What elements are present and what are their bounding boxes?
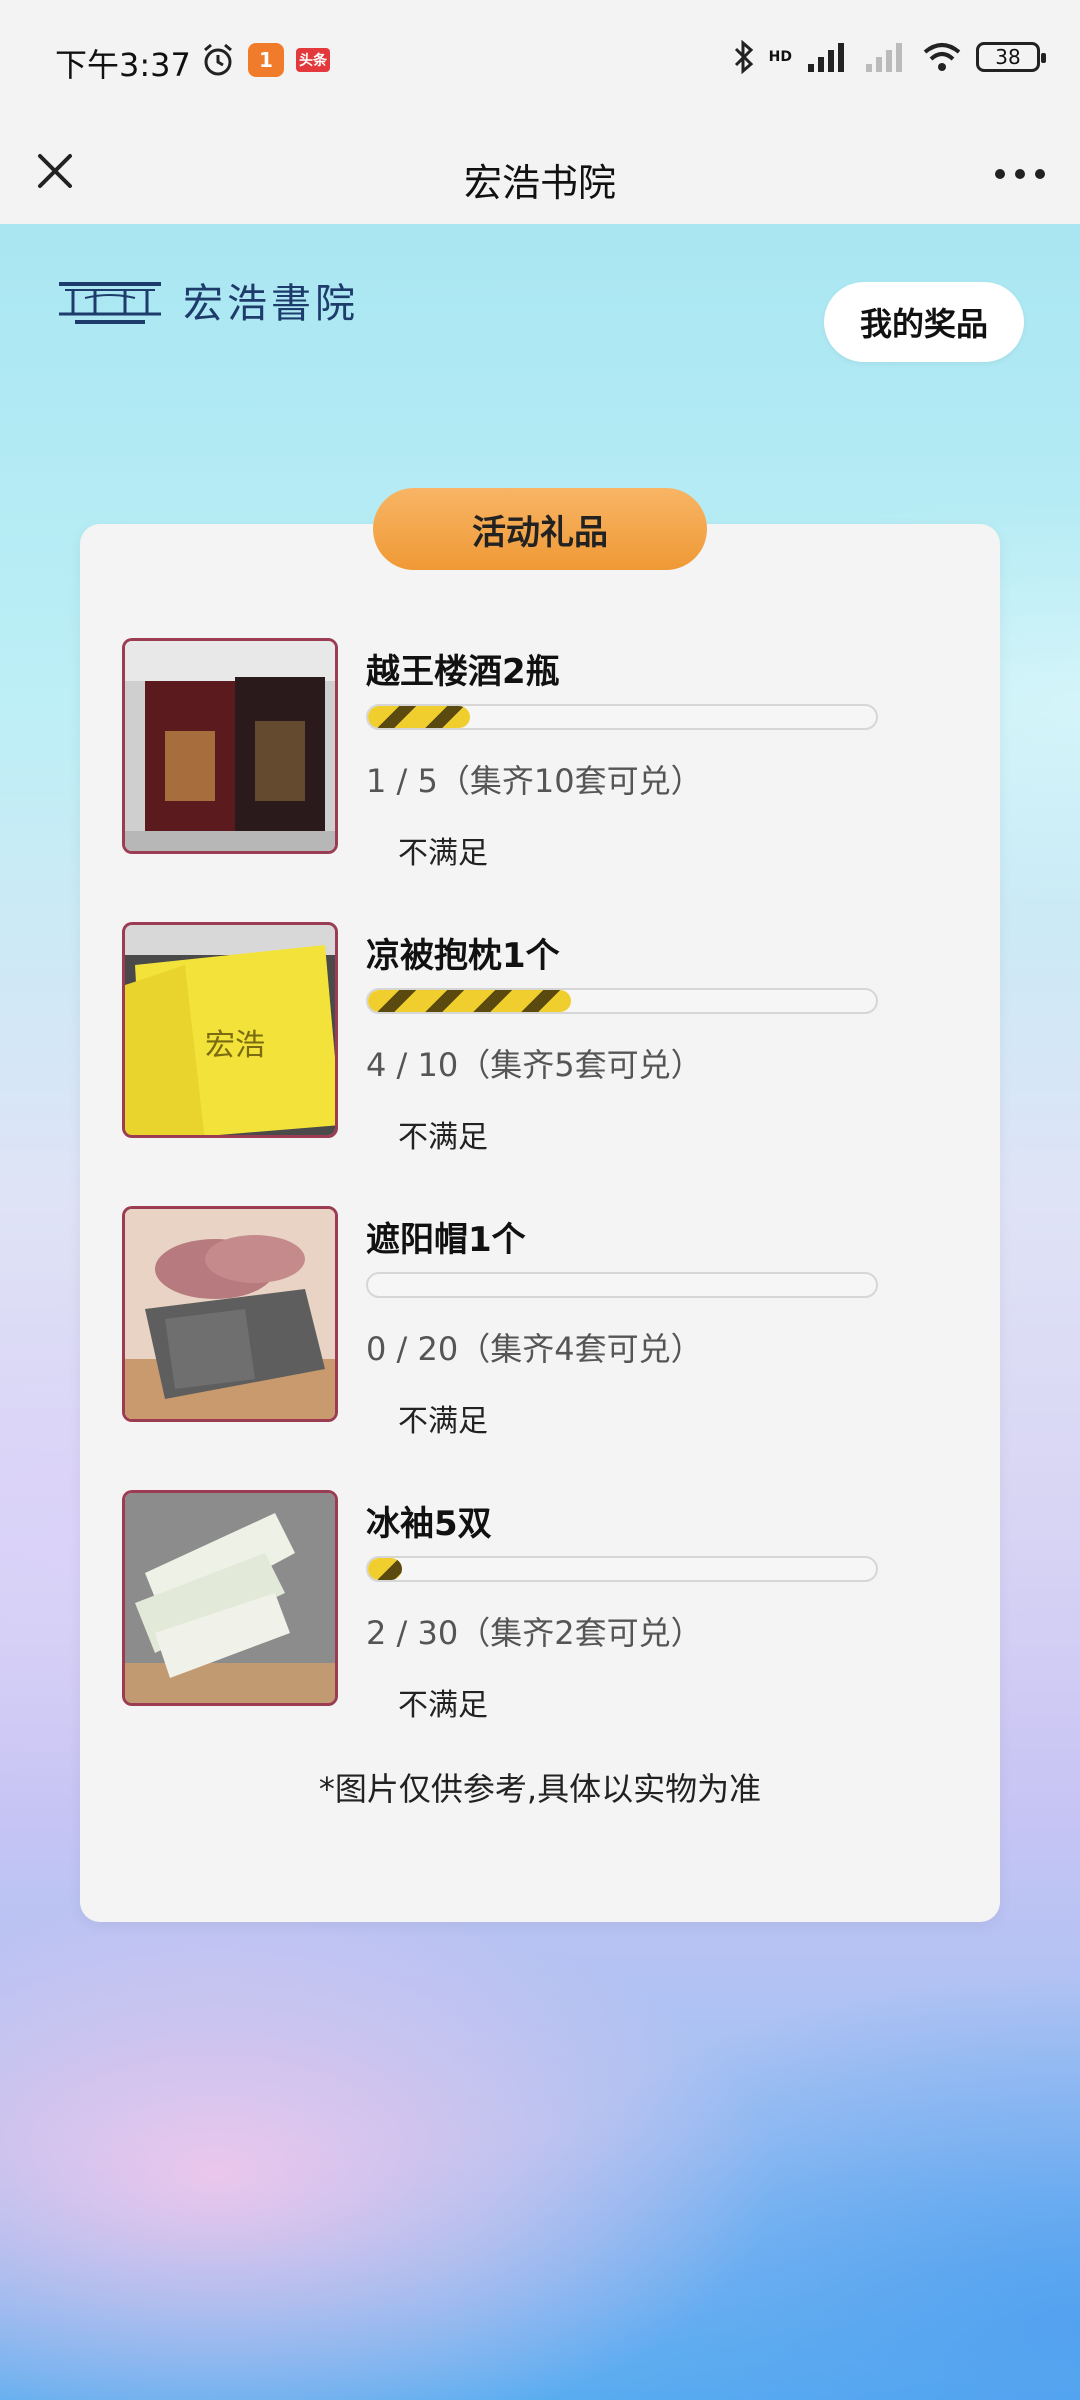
section-title: 活动礼品 xyxy=(373,488,707,570)
logo-text: 宏浩書院 xyxy=(183,281,359,327)
prize-item: 冰袖5双 2 / 30（集齐2套可兑） 不满足 xyxy=(122,1490,982,1723)
hd-label: HD xyxy=(768,49,792,65)
prize-name: 冰袖5双 xyxy=(366,1504,492,1544)
progress-text: 0 / 20（集齐4套可兑） xyxy=(366,1330,703,1368)
academy-gate-icon xyxy=(59,282,161,324)
alarm-clock-icon xyxy=(204,43,232,76)
eligibility-status: 不满足 xyxy=(398,1688,488,1723)
status-right-icons: HD 38 xyxy=(733,40,1046,74)
brand-logo: 宏浩書院 xyxy=(55,270,359,330)
my-prizes-button[interactable]: 我的奖品 xyxy=(824,282,1024,362)
progress-fill xyxy=(368,990,572,1012)
progress-bar xyxy=(366,704,878,730)
progress-text: 2 / 30（集齐2套可兑） xyxy=(366,1614,703,1652)
prize-image-sun-hat xyxy=(122,1206,338,1422)
signal-secondary-icon xyxy=(866,43,902,72)
progress-bar xyxy=(366,1272,878,1298)
status-time: 下午3:37 xyxy=(55,46,191,84)
progress-fill xyxy=(368,1558,402,1580)
more-options-icon[interactable] xyxy=(990,154,1050,194)
prize-name: 越王楼酒2瓶 xyxy=(366,652,560,692)
prize-image-wine xyxy=(122,638,338,854)
progress-bar xyxy=(366,988,878,1014)
prize-image-arm-sleeves xyxy=(122,1490,338,1706)
status-left-icons: 1 头条 xyxy=(200,42,330,78)
signal-icon xyxy=(808,43,844,72)
prize-name: 凉被抱枕1个 xyxy=(366,936,560,976)
nav-bar: 宏浩书院 xyxy=(0,128,1080,224)
prize-item: 宏浩 凉被抱枕1个 4 / 10（集齐5套可兑） 不满足 xyxy=(122,922,982,1155)
svg-text:宏浩: 宏浩 xyxy=(205,1028,265,1063)
progress-text: 1 / 5（集齐10套可兑） xyxy=(366,762,703,800)
bluetooth-icon xyxy=(734,40,753,74)
progress-fill xyxy=(368,706,470,728)
wifi-icon xyxy=(923,43,961,71)
battery-icon: 38 xyxy=(976,42,1046,72)
page-title: 宏浩书院 xyxy=(463,161,616,205)
disclaimer-text: *图片仅供参考,具体以实物为准 xyxy=(318,1770,762,1808)
prize-item: 越王楼酒2瓶 1 / 5（集齐10套可兑） 不满足 xyxy=(122,638,982,871)
prize-item: 遮阳帽1个 0 / 20（集齐4套可兑） 不满足 xyxy=(122,1206,982,1439)
eligibility-status: 不满足 xyxy=(398,1120,488,1155)
prize-image-pillow: 宏浩 xyxy=(122,922,338,1138)
prize-name: 遮阳帽1个 xyxy=(366,1220,526,1260)
eligibility-status: 不满足 xyxy=(398,1404,488,1439)
eligibility-status: 不满足 xyxy=(398,836,488,871)
news-app-icon: 头条 xyxy=(296,48,330,72)
status-bar: 下午3:37 1 头条 HD 38 xyxy=(0,0,1080,128)
app-notification-icon: 1 xyxy=(248,43,284,77)
progress-text: 4 / 10（集齐5套可兑） xyxy=(366,1046,703,1084)
progress-bar xyxy=(366,1556,878,1582)
